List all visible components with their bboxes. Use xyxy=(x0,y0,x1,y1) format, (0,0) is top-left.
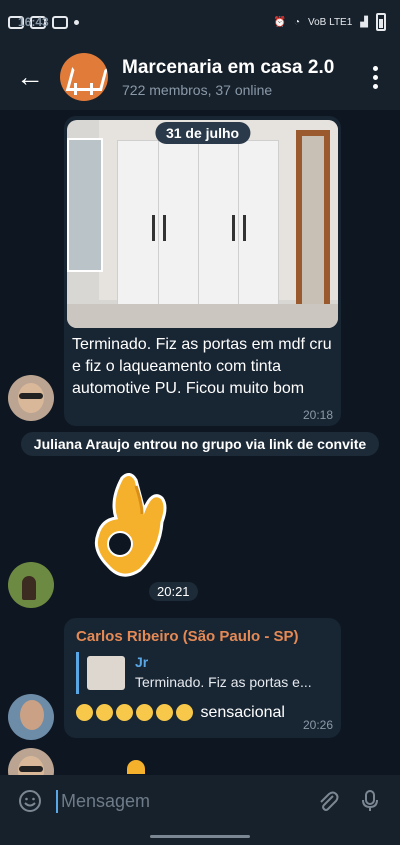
quote-thumbnail xyxy=(87,656,125,690)
clap-emoji-icon xyxy=(176,704,193,722)
alarm-icon: ⏰ xyxy=(273,16,286,28)
battery-icon xyxy=(376,13,386,31)
back-arrow-icon[interactable]: ← xyxy=(0,61,60,93)
sticker-time: 20:21 xyxy=(149,582,198,601)
group-member-count: 722 membros, 37 online xyxy=(122,81,273,98)
message-list[interactable]: 31 de julho Terminado. Fiz as portas em … xyxy=(0,110,400,775)
photo-message[interactable]: 31 de julho Terminado. Fiz as portas em … xyxy=(64,116,341,426)
message-text: Terminado. Fiz as portas em mdf cru e fi… xyxy=(72,336,332,397)
window-shape xyxy=(67,138,103,272)
microphone-icon[interactable] xyxy=(358,789,382,813)
message-composer xyxy=(0,775,400,827)
service-message: Juliana Araujo entrou no grupo via link … xyxy=(21,432,379,456)
network-label: VoB LTE1 xyxy=(308,16,353,28)
group-info[interactable]: Marcenaria em casa 2.0 722 membros, 37 o… xyxy=(122,57,334,98)
message-time: 20:18 xyxy=(302,408,333,422)
quote-author: Jr xyxy=(135,654,149,670)
wardrobe-photo[interactable] xyxy=(67,120,338,328)
system-icons: ⏰ ◔ VoB LTE1 ▟ xyxy=(273,13,386,31)
clap-emoji-icon xyxy=(136,704,153,722)
reply-message[interactable]: Carlos Ribeiro (São Paulo - SP) Jr Termi… xyxy=(64,618,341,738)
avatar[interactable] xyxy=(8,694,54,740)
message-input[interactable] xyxy=(56,789,283,813)
date-separator: 31 de julho xyxy=(154,122,251,144)
message-text: sensacional xyxy=(200,704,285,721)
status-time: 16:43 xyxy=(18,15,49,29)
quote-text: Terminado. Fiz as portas e... xyxy=(135,674,312,690)
avatar[interactable] xyxy=(8,562,54,608)
doorframe-shape xyxy=(296,130,330,320)
emoji-icon[interactable] xyxy=(18,789,42,813)
wardrobe-shape xyxy=(117,140,279,312)
clap-emoji-icon xyxy=(116,704,133,722)
system-nav-bar xyxy=(0,827,400,845)
flushed-emoji-icon xyxy=(76,704,93,722)
home-indicator[interactable] xyxy=(150,835,250,838)
status-bar: 16:43 ⏰ ◔ VoB LTE1 ▟ xyxy=(0,0,400,44)
sticker-partial xyxy=(127,760,145,774)
avatar[interactable] xyxy=(8,748,54,775)
clap-emoji-icon xyxy=(96,704,113,722)
clap-emoji-icon xyxy=(156,704,173,722)
more-notifications-icon xyxy=(74,19,79,25)
message-content: sensacional xyxy=(76,704,285,722)
message-time: 20:26 xyxy=(302,718,333,732)
quoted-message[interactable]: Jr Terminado. Fiz as portas e... xyxy=(76,652,333,694)
group-title: Marcenaria em casa 2.0 xyxy=(122,56,335,78)
wifi-icon: ◔ xyxy=(293,16,300,28)
signal-icon: ▟ xyxy=(360,16,368,28)
gallery-icon xyxy=(52,15,68,29)
more-options-icon[interactable] xyxy=(373,65,378,89)
author-name[interactable]: Carlos Ribeiro (São Paulo - SP) xyxy=(76,628,299,645)
avatar[interactable] xyxy=(8,375,54,421)
ok-hand-sticker[interactable] xyxy=(92,470,170,580)
group-avatar[interactable] xyxy=(60,53,108,101)
attach-icon[interactable] xyxy=(316,789,340,813)
chat-header: ← Marcenaria em casa 2.0 722 membros, 37… xyxy=(0,44,400,110)
